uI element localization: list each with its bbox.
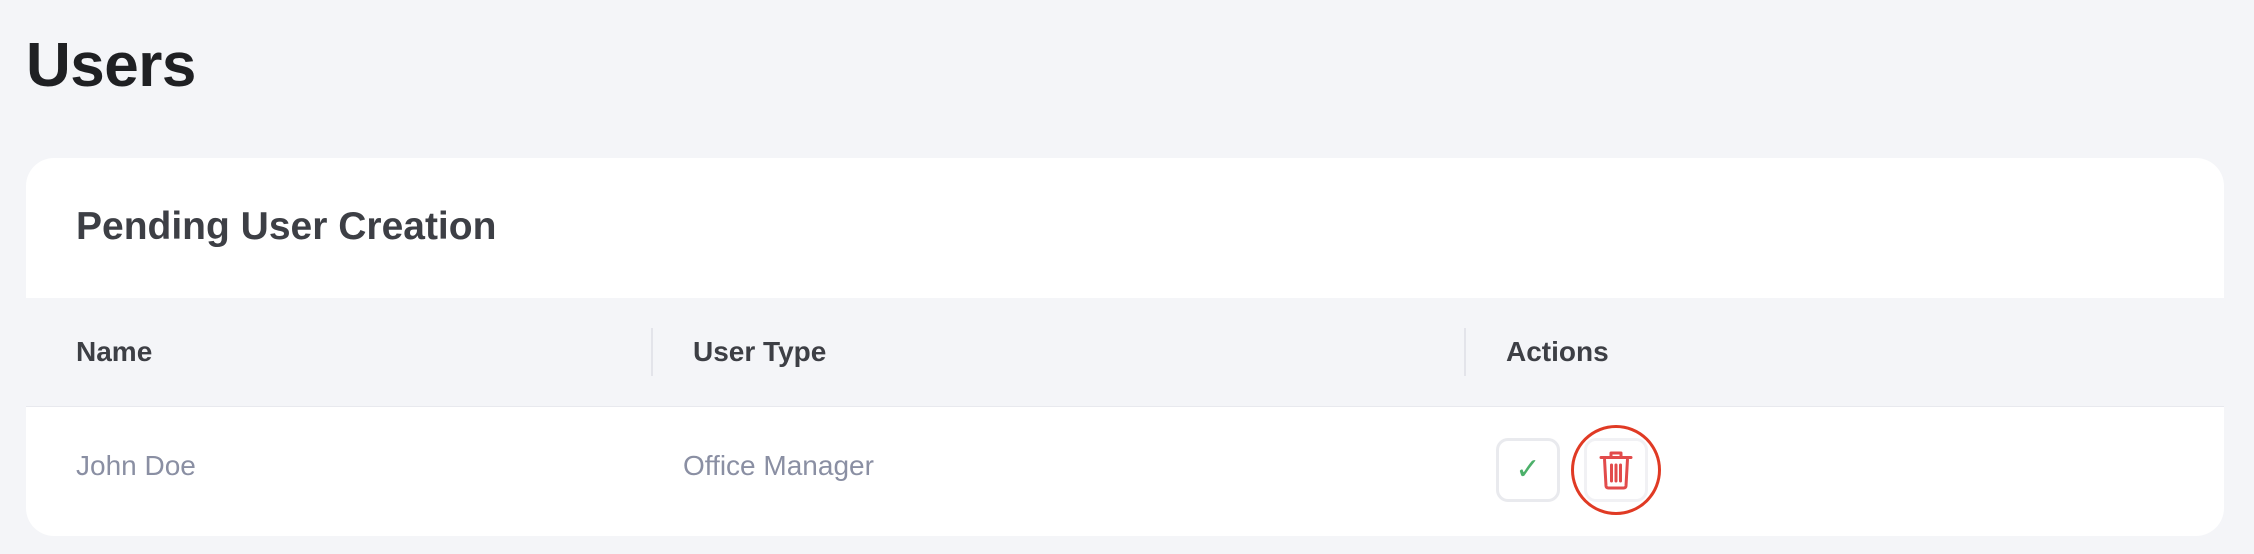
card-title: Pending User Creation (76, 205, 497, 248)
pending-user-creation-card: Pending User Creation Name User Type Act… (26, 158, 2224, 536)
column-header-name: Name (76, 336, 153, 367)
check-icon: ✓ (1515, 452, 1541, 487)
delete-user-button[interactable] (1584, 438, 1648, 502)
approve-user-button[interactable]: ✓ (1496, 438, 1560, 502)
column-header-actions: Actions (1506, 336, 1609, 367)
trash-icon (1599, 451, 1633, 490)
table-header: Name User Type Actions (26, 298, 2224, 407)
page-title: Users (26, 31, 196, 100)
user-type-cell: Office Manager (683, 450, 874, 481)
column-divider (651, 328, 653, 376)
user-name-cell: John Doe (76, 450, 196, 481)
column-divider (1464, 328, 1466, 376)
column-header-user-type: User Type (693, 336, 827, 367)
